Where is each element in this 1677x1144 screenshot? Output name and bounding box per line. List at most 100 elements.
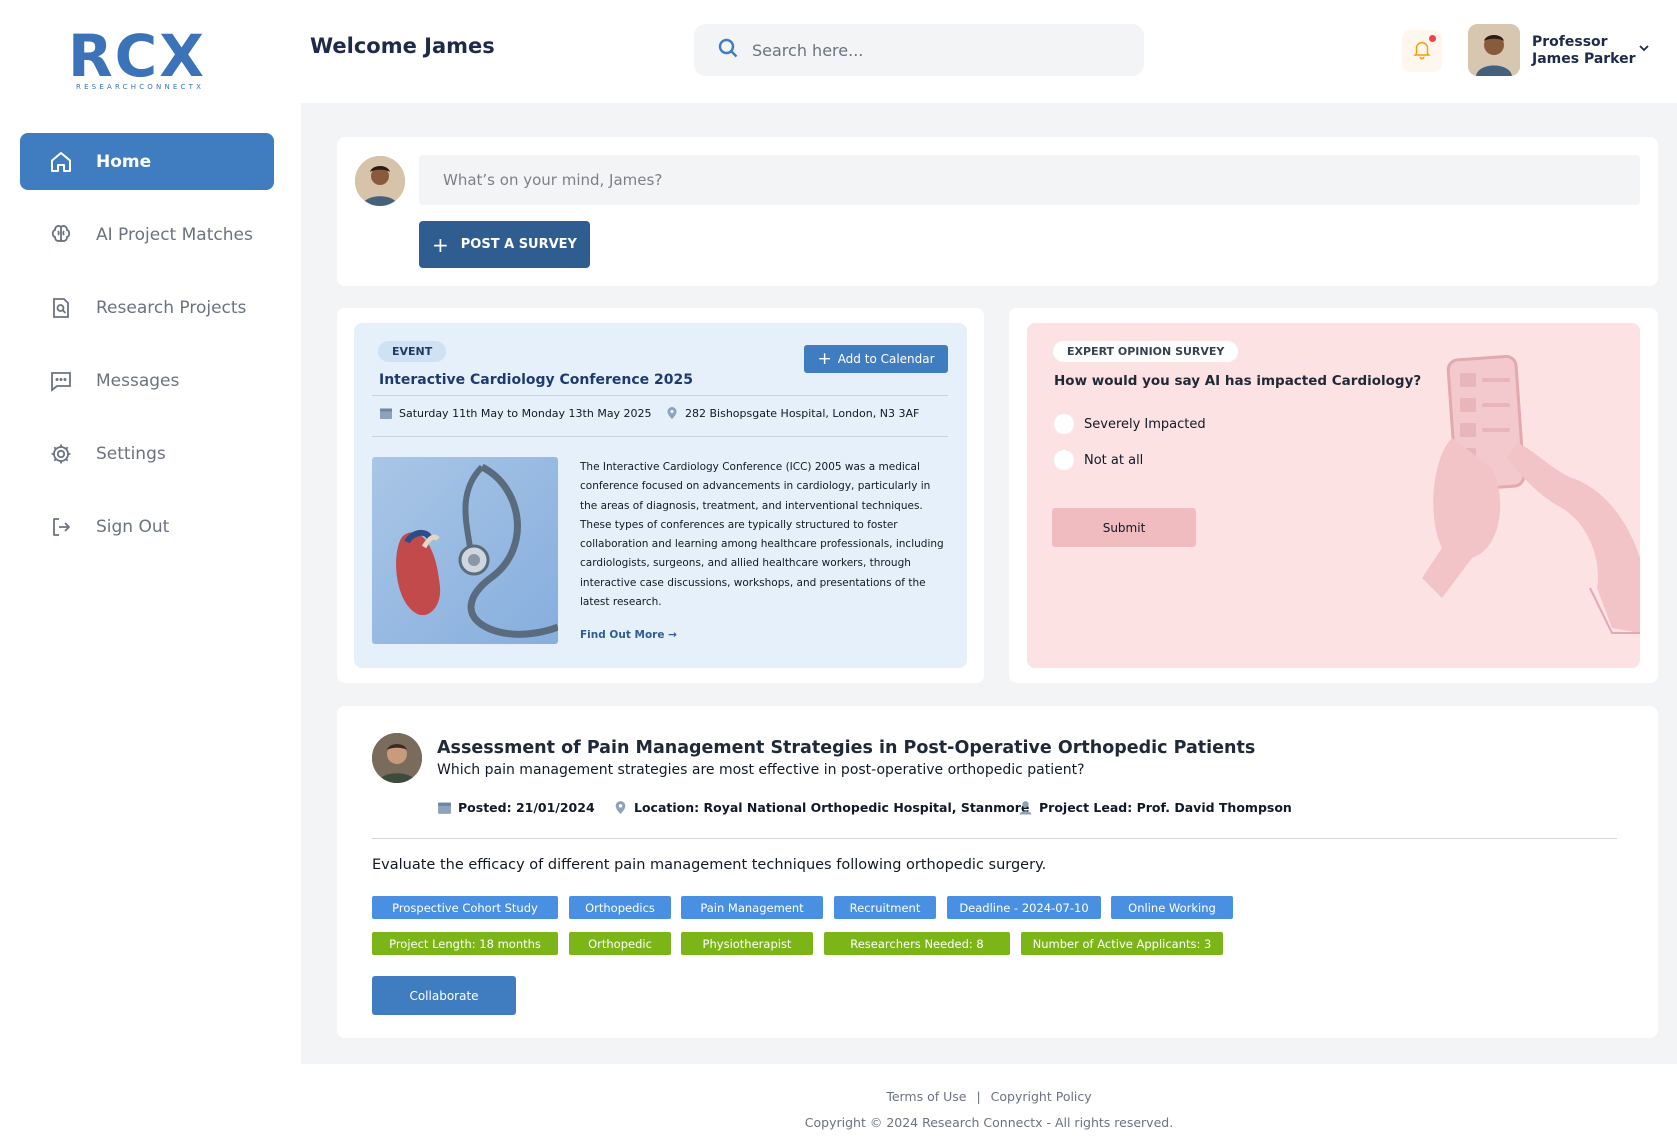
tag[interactable]: Researchers Needed: 8 bbox=[824, 932, 1010, 955]
sidebar-item-sign-out[interactable]: Sign Out bbox=[20, 498, 274, 555]
copyright-text: Copyright © 2024 Research Connectx - All… bbox=[804, 1115, 1174, 1130]
tag[interactable]: Deadline - 2024-07-10 bbox=[947, 896, 1101, 919]
sidebar: RCX RESEARCHCONNECTX Home AI Project Mat… bbox=[0, 0, 301, 1144]
bell-icon bbox=[1411, 38, 1433, 64]
sidebar-item-label: Research Projects bbox=[96, 297, 247, 318]
survey-card: EXPERT OPINION SURVEY How would you say … bbox=[1009, 308, 1658, 683]
calendar-icon bbox=[438, 802, 451, 814]
tag[interactable]: Pain Management bbox=[681, 896, 823, 919]
profile-name[interactable]: Professor James Parker bbox=[1532, 34, 1636, 68]
project-lead-text: Project Lead: Prof. David Thompson bbox=[1039, 800, 1292, 815]
message-icon bbox=[48, 368, 74, 394]
find-out-more-label: Find Out More bbox=[580, 629, 665, 641]
sign-out-icon bbox=[48, 514, 74, 540]
tag[interactable]: Project Length: 18 months bbox=[372, 932, 558, 955]
terms-link[interactable]: Terms of Use bbox=[886, 1089, 966, 1104]
survey-option-label: Severely Impacted bbox=[1084, 416, 1206, 432]
avatar[interactable] bbox=[1468, 24, 1520, 76]
logo-text: RCX bbox=[68, 22, 206, 90]
survey-option[interactable]: Not at all bbox=[1054, 450, 1143, 470]
project-location-text: Location: Royal National Orthopedic Hosp… bbox=[634, 800, 1030, 815]
event-location: 282 Bishopsgate Hospital, London, N3 3AF bbox=[665, 406, 919, 420]
profile-full-name: James Parker bbox=[1532, 51, 1636, 67]
sidebar-item-research-projects[interactable]: Research Projects bbox=[20, 279, 274, 336]
search-icon bbox=[716, 36, 752, 64]
project-posted-text: Posted: 21/01/2024 bbox=[458, 800, 595, 815]
sidebar-item-label: Messages bbox=[96, 370, 180, 391]
event-card: EVENT Interactive Cardiology Conference … bbox=[337, 308, 984, 683]
event-image bbox=[372, 457, 558, 644]
project-title[interactable]: Assessment of Pain Management Strategies… bbox=[437, 738, 1255, 758]
sidebar-item-settings[interactable]: Settings bbox=[20, 425, 274, 482]
collaborate-button[interactable]: Collaborate bbox=[372, 976, 516, 1015]
event-date-text: Saturday 11th May to Monday 13th May 202… bbox=[399, 406, 652, 420]
footer-links: Terms of Use | Copyright Policy bbox=[0, 1089, 1677, 1104]
avatar bbox=[355, 156, 405, 206]
survey-panel: EXPERT OPINION SURVEY How would you say … bbox=[1027, 323, 1640, 668]
search-input[interactable] bbox=[752, 40, 1112, 60]
tag[interactable]: Orthopedics bbox=[569, 896, 671, 919]
phone-checklist-illustration bbox=[1422, 354, 1640, 634]
home-icon bbox=[48, 149, 74, 175]
sidebar-item-home[interactable]: Home bbox=[20, 133, 274, 190]
survey-option[interactable]: Severely Impacted bbox=[1054, 414, 1206, 434]
notifications-button[interactable] bbox=[1402, 30, 1442, 72]
project-subtitle: Which pain management strategies are mos… bbox=[437, 762, 1085, 778]
sidebar-item-label: Settings bbox=[96, 443, 166, 464]
logo[interactable]: RCX RESEARCHCONNECTX bbox=[68, 26, 208, 91]
divider bbox=[372, 838, 1617, 839]
arrow-right-icon: → bbox=[668, 629, 677, 641]
radio-button[interactable] bbox=[1054, 450, 1074, 470]
brain-icon bbox=[48, 222, 74, 248]
sidebar-item-messages[interactable]: Messages bbox=[20, 352, 274, 409]
main-content: + POST A SURVEY EVENT Interactive Cardio… bbox=[301, 103, 1677, 1064]
project-lead: Project Lead: Prof. David Thompson bbox=[1018, 800, 1292, 815]
submit-button[interactable]: Submit bbox=[1052, 508, 1196, 547]
sidebar-item-label: Sign Out bbox=[96, 516, 170, 537]
event-location-text: 282 Bishopsgate Hospital, London, N3 3AF bbox=[685, 406, 920, 420]
person-icon bbox=[1019, 801, 1032, 815]
tag[interactable]: Recruitment bbox=[834, 896, 936, 919]
add-to-calendar-button[interactable]: + Add to Calendar bbox=[804, 345, 948, 373]
footer-separator: | bbox=[976, 1089, 981, 1104]
survey-badge: EXPERT OPINION SURVEY bbox=[1053, 341, 1239, 362]
page-title: Welcome James bbox=[310, 34, 495, 58]
project-card: Assessment of Pain Management Strategies… bbox=[337, 706, 1658, 1038]
chevron-down-icon[interactable] bbox=[1637, 40, 1651, 54]
calendar-icon bbox=[380, 408, 392, 419]
add-to-calendar-label: Add to Calendar bbox=[837, 352, 935, 366]
survey-question: How would you say AI has impacted Cardio… bbox=[1054, 373, 1422, 389]
profile-title: Professor bbox=[1532, 34, 1608, 50]
post-input[interactable] bbox=[419, 155, 1640, 205]
project-description: Evaluate the efficacy of different pain … bbox=[372, 857, 1047, 873]
logo-subtext: RESEARCHCONNECTX bbox=[76, 83, 205, 91]
tag[interactable]: Number of Active Applicants: 3 bbox=[1021, 932, 1223, 955]
avatar bbox=[372, 733, 422, 783]
location-pin-icon bbox=[667, 407, 677, 419]
notification-dot bbox=[1429, 35, 1436, 42]
tag[interactable]: Prospective Cohort Study bbox=[372, 896, 558, 919]
tag[interactable]: Online Working bbox=[1111, 896, 1233, 919]
event-badge: EVENT bbox=[378, 341, 447, 362]
radio-button[interactable] bbox=[1054, 414, 1074, 434]
event-description: The Interactive Cardiology Conference (I… bbox=[580, 461, 944, 609]
event-date: Saturday 11th May to Monday 13th May 202… bbox=[379, 406, 652, 420]
copyright-policy-link[interactable]: Copyright Policy bbox=[991, 1089, 1092, 1104]
event-panel: EVENT Interactive Cardiology Conference … bbox=[354, 323, 967, 668]
post-survey-button[interactable]: + POST A SURVEY bbox=[419, 221, 590, 268]
divider bbox=[372, 436, 948, 437]
event-title: Interactive Cardiology Conference 2025 bbox=[379, 372, 693, 388]
divider bbox=[372, 395, 948, 396]
sidebar-item-label: AI Project Matches bbox=[96, 224, 253, 245]
plus-icon: + bbox=[817, 349, 832, 369]
post-composer: + POST A SURVEY bbox=[337, 137, 1658, 286]
tag[interactable]: Orthopedic bbox=[569, 932, 671, 955]
gear-icon bbox=[48, 441, 74, 467]
find-out-more-link[interactable]: Find Out More → bbox=[580, 629, 677, 641]
sidebar-item-ai-project-matches[interactable]: AI Project Matches bbox=[20, 206, 274, 263]
location-pin-icon bbox=[615, 801, 626, 814]
survey-option-label: Not at all bbox=[1084, 452, 1144, 468]
tag[interactable]: Physiotherapist bbox=[681, 932, 813, 955]
search-bar[interactable] bbox=[694, 24, 1144, 76]
document-search-icon bbox=[48, 295, 74, 321]
